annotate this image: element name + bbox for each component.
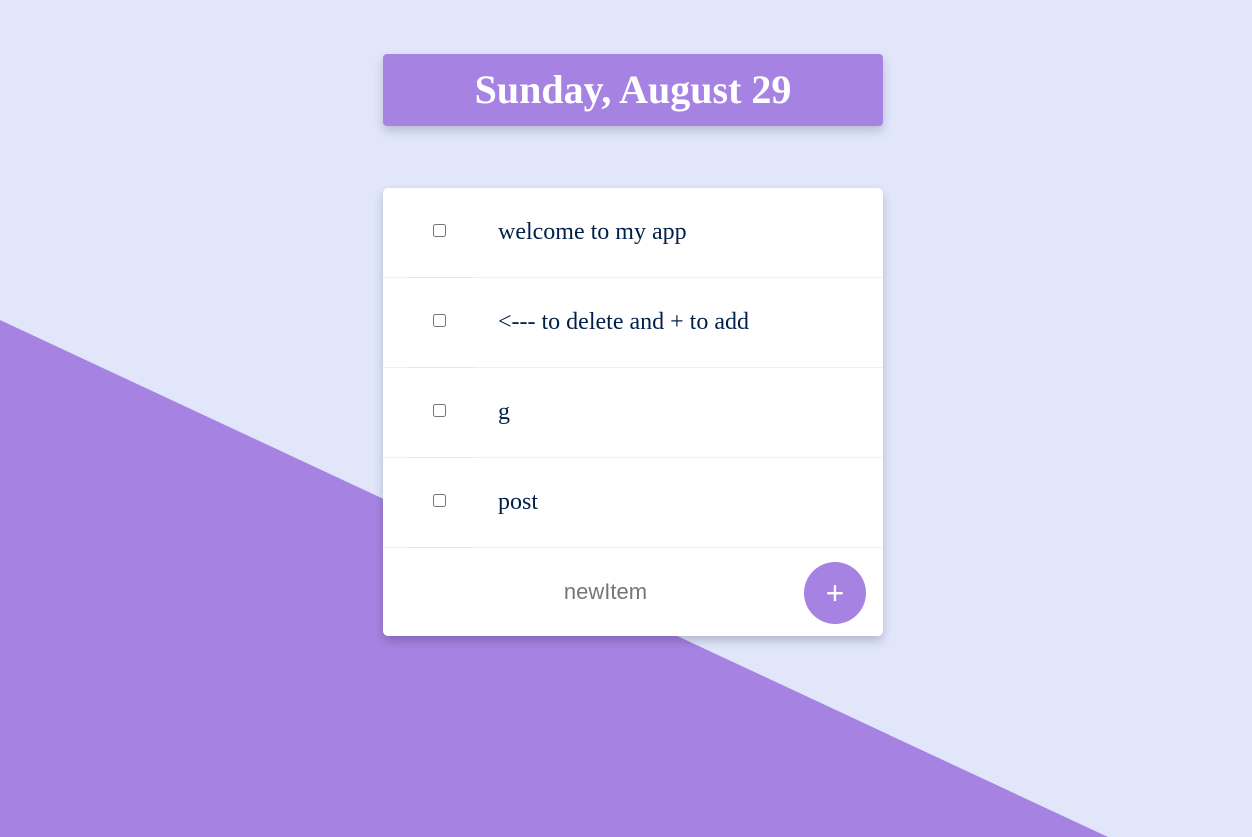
item-text: g [498, 399, 510, 425]
list-item: welcome to my app [383, 188, 883, 278]
list-item: g [383, 368, 883, 458]
item-text: <--- to delete and + to add [498, 309, 749, 335]
item-checkbox[interactable] [433, 494, 446, 507]
item-checkbox[interactable] [433, 314, 446, 327]
new-item-form: + [383, 548, 883, 636]
item-text: welcome to my app [498, 219, 687, 245]
list-item: <--- to delete and + to add [383, 278, 883, 368]
todo-list-card: welcome to my app <--- to delete and + t… [383, 188, 883, 636]
date-heading-box: Sunday, August 29 [383, 54, 883, 126]
item-text: post [498, 489, 539, 515]
item-checkbox[interactable] [433, 404, 446, 417]
date-heading: Sunday, August 29 [474, 67, 792, 112]
new-item-input[interactable] [408, 570, 803, 614]
add-item-button[interactable]: + [804, 562, 866, 624]
list-item: post [383, 458, 883, 548]
item-checkbox[interactable] [433, 224, 446, 237]
